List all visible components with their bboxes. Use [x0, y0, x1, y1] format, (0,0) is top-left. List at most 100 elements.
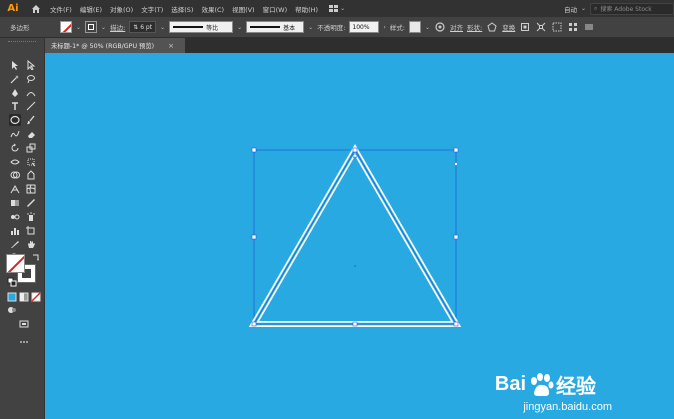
brush-definition-select[interactable]: 基本: [246, 21, 305, 33]
align-button[interactable]: 对齐: [450, 22, 463, 32]
variable-width-profile-select[interactable]: 等比: [169, 21, 234, 33]
shaper-tool-icon[interactable]: [9, 128, 21, 140]
swap-fill-stroke-icon[interactable]: [30, 252, 42, 264]
chevron-right-icon[interactable]: ›: [383, 24, 385, 31]
handle-bottom-center: [352, 321, 358, 327]
close-icon[interactable]: ×: [168, 42, 174, 50]
chevron-down-icon[interactable]: ⌄: [581, 5, 586, 12]
gradient-tool-icon[interactable]: [9, 197, 21, 209]
artboard-tool-icon[interactable]: [25, 225, 37, 237]
screen-mode-icon[interactable]: [18, 318, 30, 330]
eyedropper-tool-icon[interactable]: [25, 197, 37, 209]
workspace-switcher[interactable]: 自动: [564, 4, 577, 14]
stock-search-input[interactable]: ⌕ 搜索 Adobe Stock: [590, 2, 674, 15]
isolate-icon[interactable]: [519, 21, 531, 33]
free-transform-tool-icon[interactable]: [25, 156, 37, 168]
line-segment-tool-icon[interactable]: [25, 100, 37, 112]
triangle-shape-inner: [251, 147, 459, 326]
document-tab[interactable]: 未标题-1* @ 50% (RGB/GPU 预览) ×: [45, 38, 185, 53]
pen-tool-icon[interactable]: [9, 87, 21, 99]
menu-help[interactable]: 帮助(H): [291, 4, 322, 14]
menu-type[interactable]: 文字(T): [137, 4, 167, 14]
opacity-label: 不透明度:: [317, 24, 346, 32]
menu-object[interactable]: 对象(O): [106, 4, 137, 14]
stroke-weight-value: 6 pt: [140, 23, 153, 31]
stroke-label[interactable]: 描边:: [110, 22, 125, 32]
shape-builder-tool-icon[interactable]: [9, 169, 21, 181]
handle-bottom-right: [453, 321, 459, 327]
polygon-tool-icon[interactable]: [9, 114, 21, 127]
hand-tool-icon[interactable]: [25, 238, 37, 250]
fill-swatch[interactable]: [6, 254, 25, 273]
chevron-down-icon[interactable]: ⌄: [101, 24, 106, 31]
recolor-artwork-icon[interactable]: [434, 21, 446, 33]
chevron-down-icon[interactable]: ⌄: [76, 24, 81, 31]
menu-window[interactable]: 窗口(W): [259, 4, 292, 14]
chevron-down-icon[interactable]: ⌄: [237, 24, 242, 31]
stepper-icon[interactable]: ⇅: [133, 24, 140, 31]
blend-tool-icon[interactable]: [9, 211, 21, 223]
panel-menu-icon[interactable]: [583, 21, 595, 33]
stroke-weight-input[interactable]: ⇅ 6 pt: [129, 21, 157, 33]
transform-button[interactable]: 变换: [502, 22, 515, 32]
profile-preview: [173, 26, 204, 28]
watermark-text-bai: Bai: [494, 373, 526, 395]
none-mode-icon[interactable]: [30, 291, 42, 303]
transform-each-icon[interactable]: [535, 21, 547, 33]
selection-tool-icon[interactable]: [9, 59, 21, 71]
menu-select[interactable]: 选择(S): [167, 4, 197, 14]
lasso-tool-icon[interactable]: [25, 73, 37, 85]
handle-middle-right: [453, 234, 459, 240]
magic-wand-tool-icon[interactable]: [9, 73, 21, 85]
fill-color-swatch[interactable]: [60, 21, 72, 33]
type-tool-icon[interactable]: [9, 100, 21, 112]
chevron-down-icon[interactable]: ⌄: [308, 24, 313, 31]
paintbrush-tool-icon[interactable]: [25, 114, 37, 126]
graphic-style-swatch[interactable]: [409, 21, 421, 33]
triangle-path: [253, 149, 457, 325]
artboard-canvas[interactable]: Bai 经验 jingyan.baidu.com: [45, 53, 674, 419]
menu-view[interactable]: 视图(V): [228, 4, 259, 14]
symbol-sprayer-tool-icon[interactable]: [25, 211, 37, 223]
perspective-grid-tool-icon[interactable]: [9, 183, 21, 195]
drawing-mode-icon[interactable]: [6, 304, 18, 316]
column-graph-tool-icon[interactable]: [9, 225, 21, 237]
direct-selection-tool-icon[interactable]: [25, 59, 37, 71]
selection-handles[interactable]: [251, 147, 459, 327]
selection-mode-icon[interactable]: [551, 21, 563, 33]
color-mode-icon[interactable]: [6, 291, 18, 303]
eraser-tool-icon[interactable]: [25, 128, 37, 140]
stroke-color-swatch[interactable]: [85, 21, 98, 33]
chevron-down-icon[interactable]: ⌄: [160, 24, 165, 31]
slice-tool-icon[interactable]: [9, 238, 21, 250]
baidu-jingyan-watermark: Bai 经验: [495, 370, 596, 399]
watermark-text-jingyan: 经验: [556, 376, 596, 398]
style-label: 样式:: [389, 24, 405, 32]
chevron-down-icon[interactable]: ⌄: [425, 24, 430, 31]
rotate-tool-icon[interactable]: [9, 142, 21, 154]
mesh-tool-icon[interactable]: [25, 183, 37, 195]
home-icon[interactable]: [26, 0, 46, 17]
menu-edit[interactable]: 编辑(E): [76, 4, 106, 14]
curvature-tool-icon[interactable]: [25, 87, 37, 99]
live-paint-tool-icon[interactable]: [25, 169, 37, 181]
opacity-input[interactable]: 100%: [349, 21, 380, 33]
panel-grip[interactable]: [8, 41, 36, 44]
shape-label[interactable]: 形状:: [467, 22, 482, 32]
gradient-mode-icon[interactable]: [18, 291, 30, 303]
brush-value: 基本: [283, 24, 296, 32]
default-fill-stroke-icon[interactable]: [6, 276, 18, 288]
more-tools-icon[interactable]: [18, 336, 30, 348]
polygon-shape-icon[interactable]: [486, 21, 498, 33]
arrange-documents-icon[interactable]: [328, 3, 340, 15]
menu-file[interactable]: 文件(F): [46, 4, 76, 14]
chevron-down-icon[interactable]: ⌄: [340, 5, 345, 12]
menu-effect[interactable]: 效果(C): [197, 4, 228, 14]
polygon-sides-widget[interactable]: [454, 162, 458, 166]
handle-middle-left: [251, 234, 257, 240]
width-tool-icon[interactable]: [9, 156, 21, 168]
triangle-shape-outer[interactable]: [248, 144, 462, 327]
scale-tool-icon[interactable]: [25, 142, 37, 154]
grid-arrange-icon[interactable]: [567, 21, 579, 33]
app-logo: Ai: [7, 3, 19, 14]
